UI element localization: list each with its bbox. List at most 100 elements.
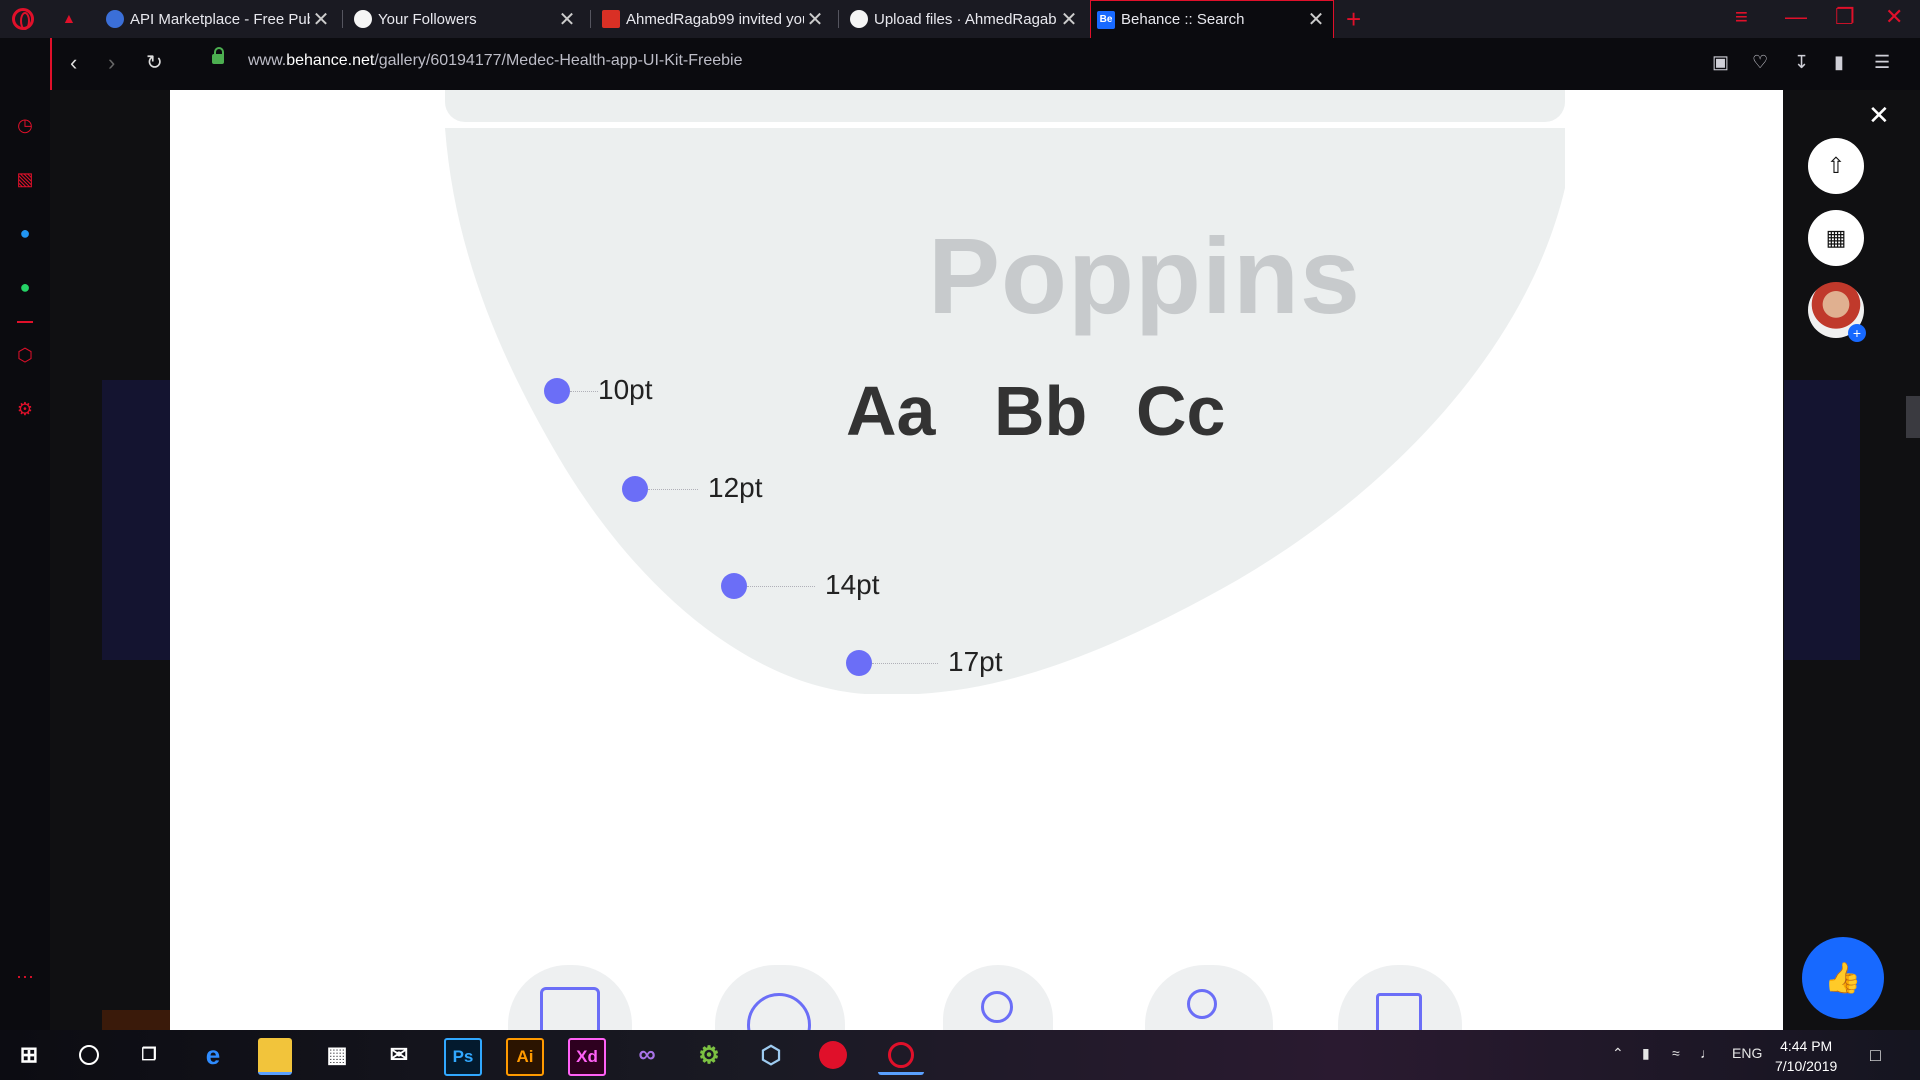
user-icon bbox=[1187, 989, 1217, 1019]
illustrator-icon[interactable]: Ai bbox=[506, 1038, 544, 1076]
close-lightbox-icon[interactable]: ✕ bbox=[1868, 100, 1890, 131]
sample-bb: Bb bbox=[994, 372, 1088, 450]
language-indicator[interactable]: ENG bbox=[1732, 1045, 1762, 1061]
close-tab-icon[interactable]: ✕ bbox=[1305, 7, 1327, 32]
lock-icon bbox=[212, 47, 224, 64]
action-center-icon[interactable]: □ bbox=[1870, 1045, 1881, 1066]
flickr-app-icon[interactable] bbox=[816, 1038, 850, 1072]
size-leader-line bbox=[648, 489, 698, 490]
windows-taskbar: ⊞ ❐ e ▦ ✉ Ps Ai Xd ∞ ⚙ ⬡ ⌃ ▮ ≈ ♩ ENG 4:4… bbox=[0, 1030, 1920, 1080]
show-hidden-icons-icon[interactable]: ⌃ bbox=[1612, 1045, 1624, 1062]
file-explorer-icon[interactable] bbox=[258, 1038, 292, 1075]
volume-icon[interactable]: ♩ bbox=[1700, 1045, 1714, 1061]
task-view-icon[interactable]: ❐ bbox=[132, 1038, 166, 1072]
close-tab-icon[interactable]: ✕ bbox=[804, 7, 826, 32]
tab-menu-icon[interactable]: ≡ bbox=[1735, 4, 1748, 30]
tab-your-followers[interactable]: Your Followers ✕ bbox=[348, 0, 584, 38]
close-window-icon[interactable]: ✕ bbox=[1885, 4, 1903, 30]
scrollbar-thumb[interactable] bbox=[1906, 396, 1920, 438]
icon-tile bbox=[1338, 965, 1462, 1030]
restore-icon[interactable]: ❐ bbox=[1835, 4, 1855, 30]
behance-favicon-icon: Be bbox=[1097, 10, 1115, 29]
rapidapi-favicon-icon bbox=[106, 10, 124, 28]
size-marker-dot bbox=[622, 476, 648, 502]
project-card[interactable] bbox=[102, 380, 172, 660]
new-tab-icon[interactable]: + bbox=[1346, 4, 1361, 35]
size-label-17pt: 17pt bbox=[948, 646, 1003, 677]
store-icon[interactable]: ▦ bbox=[320, 1038, 354, 1072]
wifi-icon[interactable]: ≈ bbox=[1672, 1045, 1680, 1061]
sample-aa: Aa bbox=[846, 372, 936, 450]
visual-studio-icon[interactable]: ∞ bbox=[630, 1038, 664, 1072]
tab-divider bbox=[590, 10, 591, 28]
twitch-icon[interactable]: ▧ bbox=[12, 166, 38, 192]
mail-icon[interactable]: ✉ bbox=[382, 1038, 416, 1072]
icon-tile bbox=[943, 965, 1053, 1030]
opera-menu-icon[interactable] bbox=[12, 8, 34, 30]
search-cortana-icon[interactable] bbox=[72, 1038, 106, 1072]
back-icon[interactable]: ‹ bbox=[70, 50, 77, 76]
gmail-favicon-icon bbox=[602, 10, 620, 28]
address-bar: ‹ › ↻ www.behance.net/gallery/60194177/M… bbox=[50, 38, 1920, 90]
edge-icon[interactable]: e bbox=[196, 1038, 230, 1072]
xd-icon[interactable]: Xd bbox=[568, 1038, 606, 1076]
tab-divider bbox=[342, 10, 343, 28]
share-button[interactable]: ⇧ bbox=[1808, 138, 1864, 194]
thumbs-up-icon: 👍 bbox=[1824, 961, 1862, 995]
size-label-10pt: 10pt bbox=[598, 374, 653, 405]
speed-dial-icon[interactable]: ◷ bbox=[12, 112, 38, 138]
save-to-collection-button[interactable]: ▦ bbox=[1808, 210, 1864, 266]
size-marker-dot bbox=[544, 378, 570, 404]
icon-tile bbox=[508, 965, 632, 1030]
tab-invite-email[interactable]: AhmedRagab99 invited you ✕ bbox=[596, 0, 832, 38]
folder-icon: ▦ bbox=[1825, 225, 1847, 250]
follow-plus-icon[interactable]: + bbox=[1848, 324, 1866, 342]
download-icon[interactable]: ↧ bbox=[1794, 52, 1809, 73]
minimize-icon[interactable]: — bbox=[1785, 4, 1807, 30]
battery-tray-icon[interactable]: ▮ bbox=[1642, 1045, 1650, 1062]
tab-divider bbox=[838, 10, 839, 28]
font-name-heading: Poppins bbox=[928, 215, 1361, 336]
location-icon bbox=[981, 991, 1013, 1023]
messenger-icon[interactable]: ● bbox=[12, 220, 38, 246]
appreciate-button[interactable]: 👍 bbox=[1802, 937, 1884, 1019]
reload-icon[interactable]: ↻ bbox=[146, 50, 163, 75]
close-tab-icon[interactable]: ✕ bbox=[310, 7, 332, 32]
close-tab-icon[interactable]: ✕ bbox=[1058, 7, 1080, 32]
calendar-icon bbox=[1376, 993, 1422, 1030]
battery-icon[interactable]: ▮ bbox=[1834, 52, 1844, 73]
tab-behance-search[interactable]: Be Behance :: Search ✕ bbox=[1090, 0, 1334, 38]
opera-taskbar-icon[interactable] bbox=[878, 1038, 924, 1075]
icon-tile bbox=[1145, 965, 1273, 1030]
snapshot-icon[interactable]: ▣ bbox=[1712, 52, 1729, 73]
url-field[interactable]: www.behance.net/gallery/60194177/Medec-H… bbox=[248, 52, 743, 70]
virtualbox-icon[interactable]: ⬡ bbox=[754, 1038, 788, 1072]
extensions-icon[interactable]: ⬡ bbox=[12, 342, 38, 368]
tab-api-marketplace[interactable]: API Marketplace - Free Pub ✕ bbox=[100, 0, 338, 38]
size-marker-dot bbox=[846, 650, 872, 676]
close-tab-icon[interactable]: ✕ bbox=[556, 7, 578, 32]
heart-icon[interactable]: ♡ bbox=[1752, 52, 1768, 73]
system-clock[interactable]: 4:44 PM 7/10/2019 bbox=[1775, 1036, 1837, 1076]
forward-icon[interactable]: › bbox=[108, 50, 115, 76]
size-marker-dot bbox=[721, 573, 747, 599]
icon-tile bbox=[715, 965, 845, 1030]
size-leader-line bbox=[747, 586, 815, 587]
tab-upload-files[interactable]: Upload files · AhmedRagab ✕ bbox=[844, 0, 1086, 38]
size-label-12pt: 12pt bbox=[708, 472, 763, 503]
photoshop-icon[interactable]: Ps bbox=[444, 1038, 482, 1076]
whatsapp-icon[interactable]: ● bbox=[12, 274, 38, 300]
sidebar-divider bbox=[12, 320, 38, 324]
tablet-icon bbox=[540, 987, 600, 1030]
easy-setup-icon[interactable]: ☰ bbox=[1874, 52, 1890, 73]
start-windows-icon[interactable]: ⊞ bbox=[12, 1038, 46, 1072]
android-studio-icon[interactable]: ⚙ bbox=[692, 1038, 726, 1072]
github-favicon-icon bbox=[354, 10, 372, 28]
more-icon[interactable]: ⋯ bbox=[12, 964, 38, 990]
settings-icon[interactable]: ⚙ bbox=[12, 396, 38, 422]
size-leader-line bbox=[872, 663, 938, 664]
project-card[interactable] bbox=[1784, 380, 1860, 660]
artwork-shape-top bbox=[445, 90, 1565, 122]
github-favicon-icon bbox=[850, 10, 868, 28]
gx-control-icon[interactable]: ▲ bbox=[62, 10, 82, 26]
